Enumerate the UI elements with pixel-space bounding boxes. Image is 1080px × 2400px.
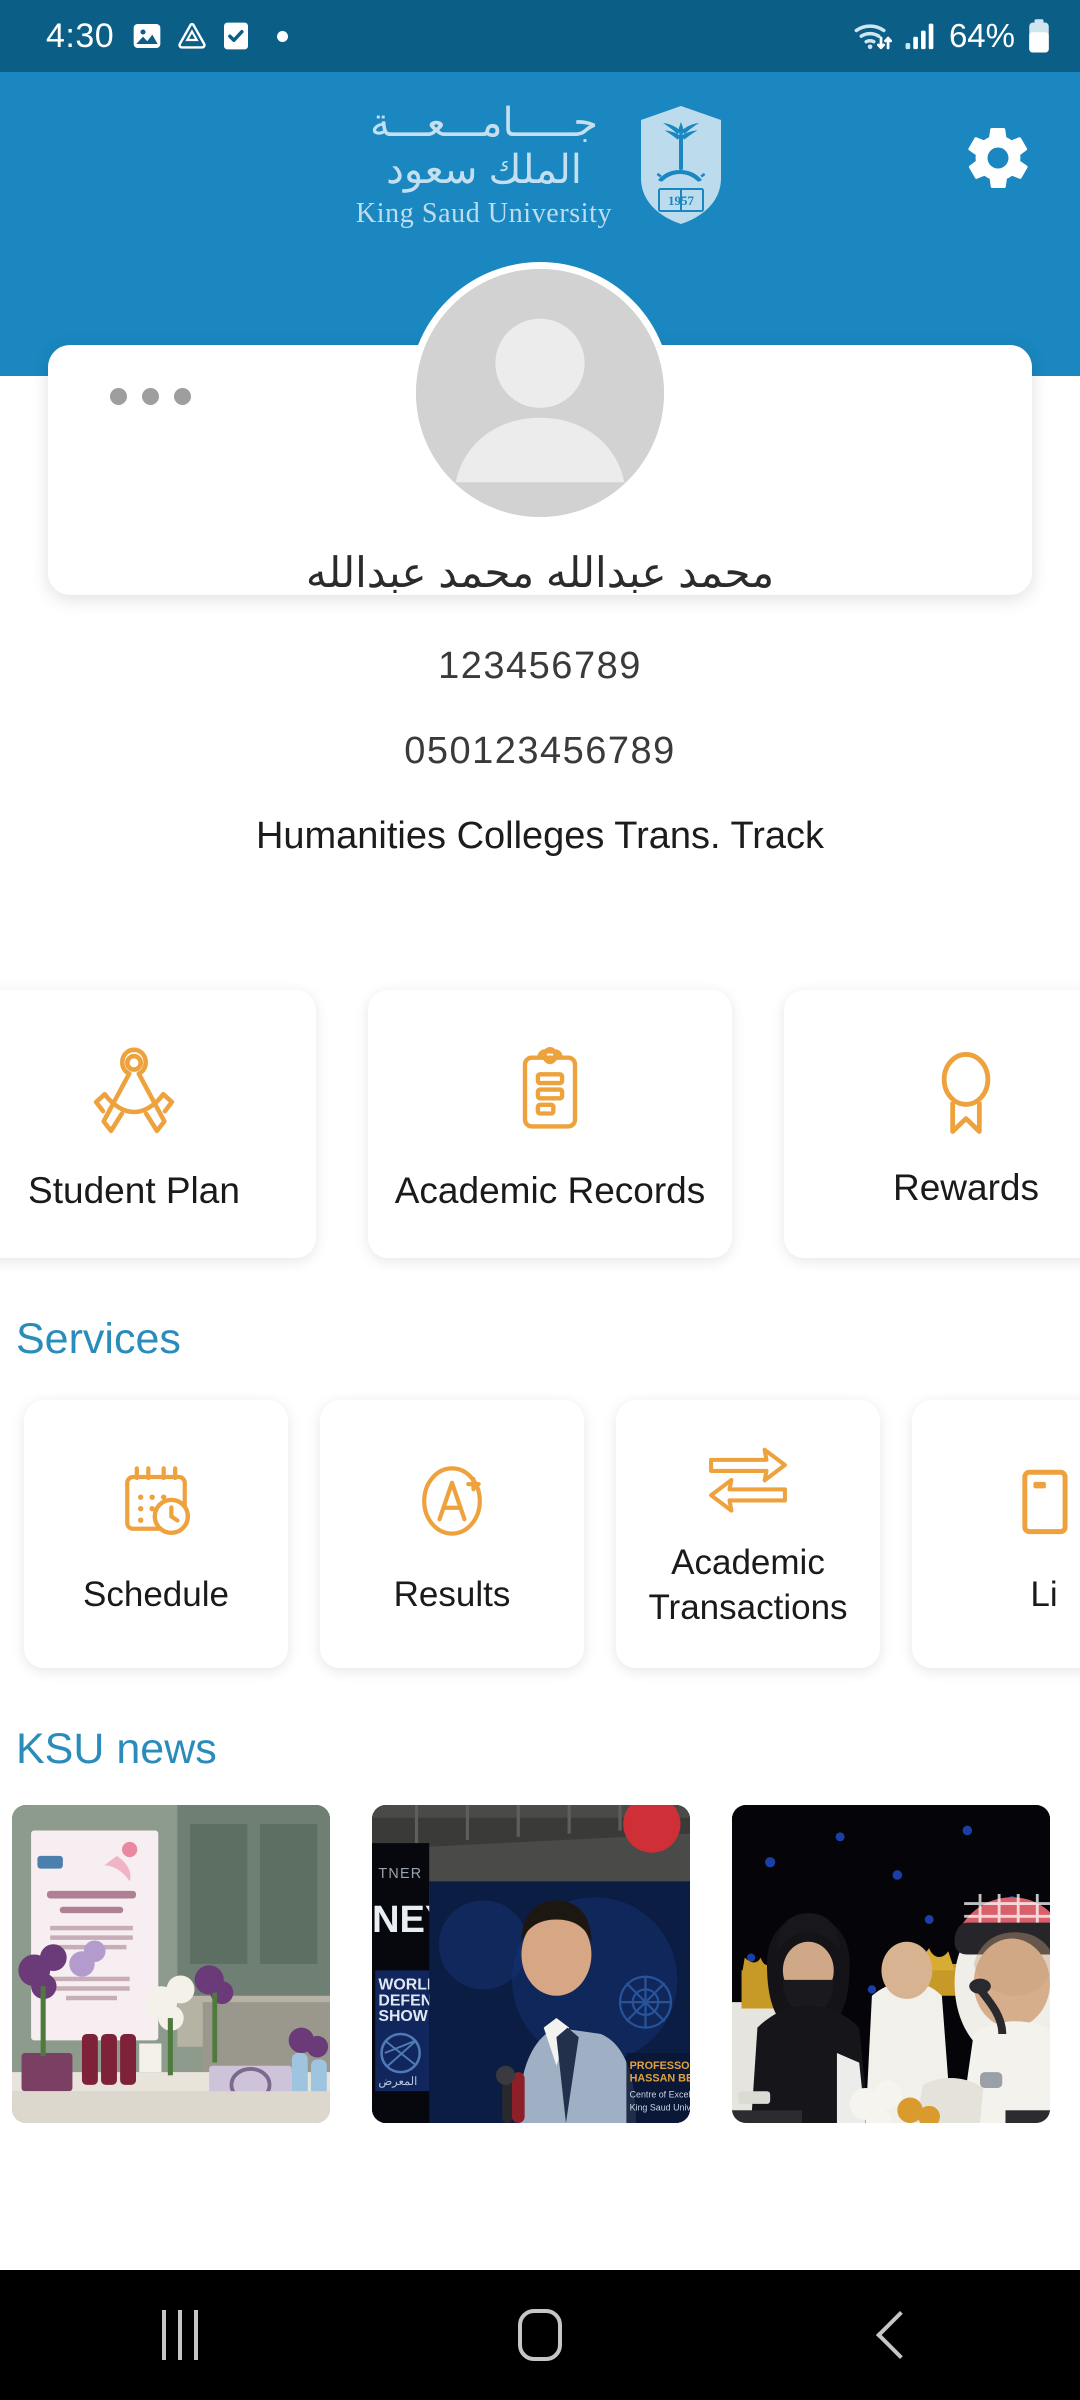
back-button[interactable] bbox=[825, 2270, 975, 2400]
news-card[interactable] bbox=[12, 1805, 330, 2123]
clipboard-records-icon bbox=[500, 1036, 600, 1146]
more-options-icon bbox=[174, 388, 191, 405]
news-image-ceremony-panel bbox=[732, 1805, 1050, 2123]
settings-button[interactable] bbox=[960, 120, 1036, 196]
avatar[interactable] bbox=[409, 262, 671, 524]
svg-text:HASSAN BEN: HASSAN BEN bbox=[630, 2073, 690, 2085]
app-screen: 4:30 64% جـــــامـــعـــة الملك سعود Kin… bbox=[0, 0, 1080, 2400]
svg-text:المعرض: المعرض bbox=[378, 2076, 417, 2088]
more-options-icon bbox=[110, 388, 127, 405]
cellular-signal-icon bbox=[905, 23, 934, 50]
university-crest-icon: 1957 bbox=[641, 106, 722, 225]
profile-name: محمد عبدالله محمد عبدالله bbox=[305, 549, 775, 596]
news-card[interactable] bbox=[732, 1805, 1050, 2123]
transfer-arrows-icon bbox=[700, 1438, 796, 1526]
profile-student-id: 123456789 bbox=[438, 645, 642, 687]
home-button[interactable] bbox=[465, 2270, 615, 2400]
university-logo-text: جـــــامـــعـــة الملك سعود King Saud Un… bbox=[356, 100, 612, 230]
battery-percent-label: 64% bbox=[948, 17, 1015, 54]
service-label: Li bbox=[1030, 1575, 1058, 1615]
profile-overflow-menu-button[interactable] bbox=[110, 388, 191, 405]
dot-indicator-icon bbox=[277, 30, 289, 42]
service-label: Schedule bbox=[83, 1575, 229, 1615]
service-card-schedule[interactable]: Schedule bbox=[24, 1400, 288, 1668]
news-card[interactable]: TNER NEY WORLD DEFENSE SHOW المعرض PROFE… bbox=[372, 1805, 690, 2123]
drive-icon bbox=[178, 23, 206, 49]
svg-text:PROFESSOR: PROFESSOR bbox=[630, 2060, 690, 2072]
grade-a-plus-icon bbox=[406, 1450, 498, 1552]
quick-action-academic-records[interactable]: Academic Records bbox=[368, 990, 732, 1258]
university-logo: جـــــامـــعـــة الملك سعود King Saud Un… bbox=[0, 100, 1080, 230]
logo-english-name: King Saud University bbox=[355, 198, 613, 230]
logo-arabic-line2: الملك سعود bbox=[386, 148, 582, 193]
library-book-icon bbox=[998, 1450, 1080, 1552]
quick-action-label: Rewards bbox=[893, 1167, 1039, 1208]
recents-icon bbox=[162, 2310, 198, 2360]
default-user-avatar-icon bbox=[416, 269, 664, 517]
status-bar-clock: 4:30 bbox=[46, 17, 115, 55]
profile-track: Humanities Colleges Trans. Track bbox=[255, 815, 825, 857]
service-card-academic-transactions[interactable]: Academic Transactions bbox=[616, 1400, 880, 1668]
home-icon bbox=[518, 2309, 562, 2361]
image-icon bbox=[133, 24, 161, 48]
crest-year-label: 1957 bbox=[668, 193, 695, 208]
quick-action-student-plan[interactable]: Student Plan bbox=[0, 990, 316, 1258]
service-label: Academic Transactions bbox=[648, 1540, 847, 1631]
services-row[interactable]: Schedule Results Academic Transactions L… bbox=[0, 1400, 1080, 1675]
android-navigation-bar bbox=[0, 2270, 1080, 2400]
news-section-title: KSU news bbox=[16, 1725, 217, 1773]
service-card-library[interactable]: Li bbox=[912, 1400, 1080, 1668]
svg-text:Centre of Excellence: Centre of Excellence bbox=[630, 2090, 690, 2100]
status-bar-notification-icons bbox=[131, 20, 289, 52]
service-label: Results bbox=[393, 1575, 511, 1615]
service-label-line1: Academic bbox=[671, 1542, 825, 1582]
news-image-womens-day-event bbox=[12, 1805, 330, 2123]
quick-action-label: Student Plan bbox=[28, 1170, 240, 1211]
quick-actions-row[interactable]: Student Plan Academic Records Rewards bbox=[0, 990, 1080, 1265]
battery-icon bbox=[1029, 19, 1049, 53]
logo-arabic-line1: جـــــامـــعـــة bbox=[370, 101, 598, 145]
svg-text:SHOW: SHOW bbox=[378, 2008, 427, 2025]
recents-button[interactable] bbox=[105, 2270, 255, 2400]
tasks-icon bbox=[224, 22, 249, 50]
calendar-clock-icon bbox=[110, 1450, 202, 1552]
quick-action-rewards[interactable]: Rewards bbox=[784, 990, 1080, 1258]
award-medal-icon bbox=[916, 1039, 1016, 1149]
news-row[interactable]: TNER NEY WORLD DEFENSE SHOW المعرض PROFE… bbox=[0, 1805, 1080, 2135]
status-bar: 4:30 64% bbox=[0, 0, 1080, 72]
services-section-title: Services bbox=[16, 1315, 181, 1363]
wifi-icon bbox=[854, 24, 893, 50]
profile-phone: 050123456789 bbox=[404, 730, 676, 772]
svg-text:King Saud University: King Saud University bbox=[630, 2102, 690, 2112]
news-image-world-defense-show: TNER NEY WORLD DEFENSE SHOW المعرض PROFE… bbox=[372, 1805, 690, 2123]
back-icon bbox=[875, 2310, 925, 2360]
gear-icon bbox=[968, 127, 1028, 189]
svg-text:TNER: TNER bbox=[378, 1866, 422, 1882]
compass-divider-icon bbox=[82, 1036, 186, 1146]
more-options-icon bbox=[142, 388, 159, 405]
status-bar-system-icons: 64% bbox=[853, 17, 1052, 55]
service-card-results[interactable]: Results bbox=[320, 1400, 584, 1668]
quick-action-label: Academic Records bbox=[394, 1170, 706, 1211]
service-label-line2: Transactions bbox=[648, 1588, 848, 1627]
